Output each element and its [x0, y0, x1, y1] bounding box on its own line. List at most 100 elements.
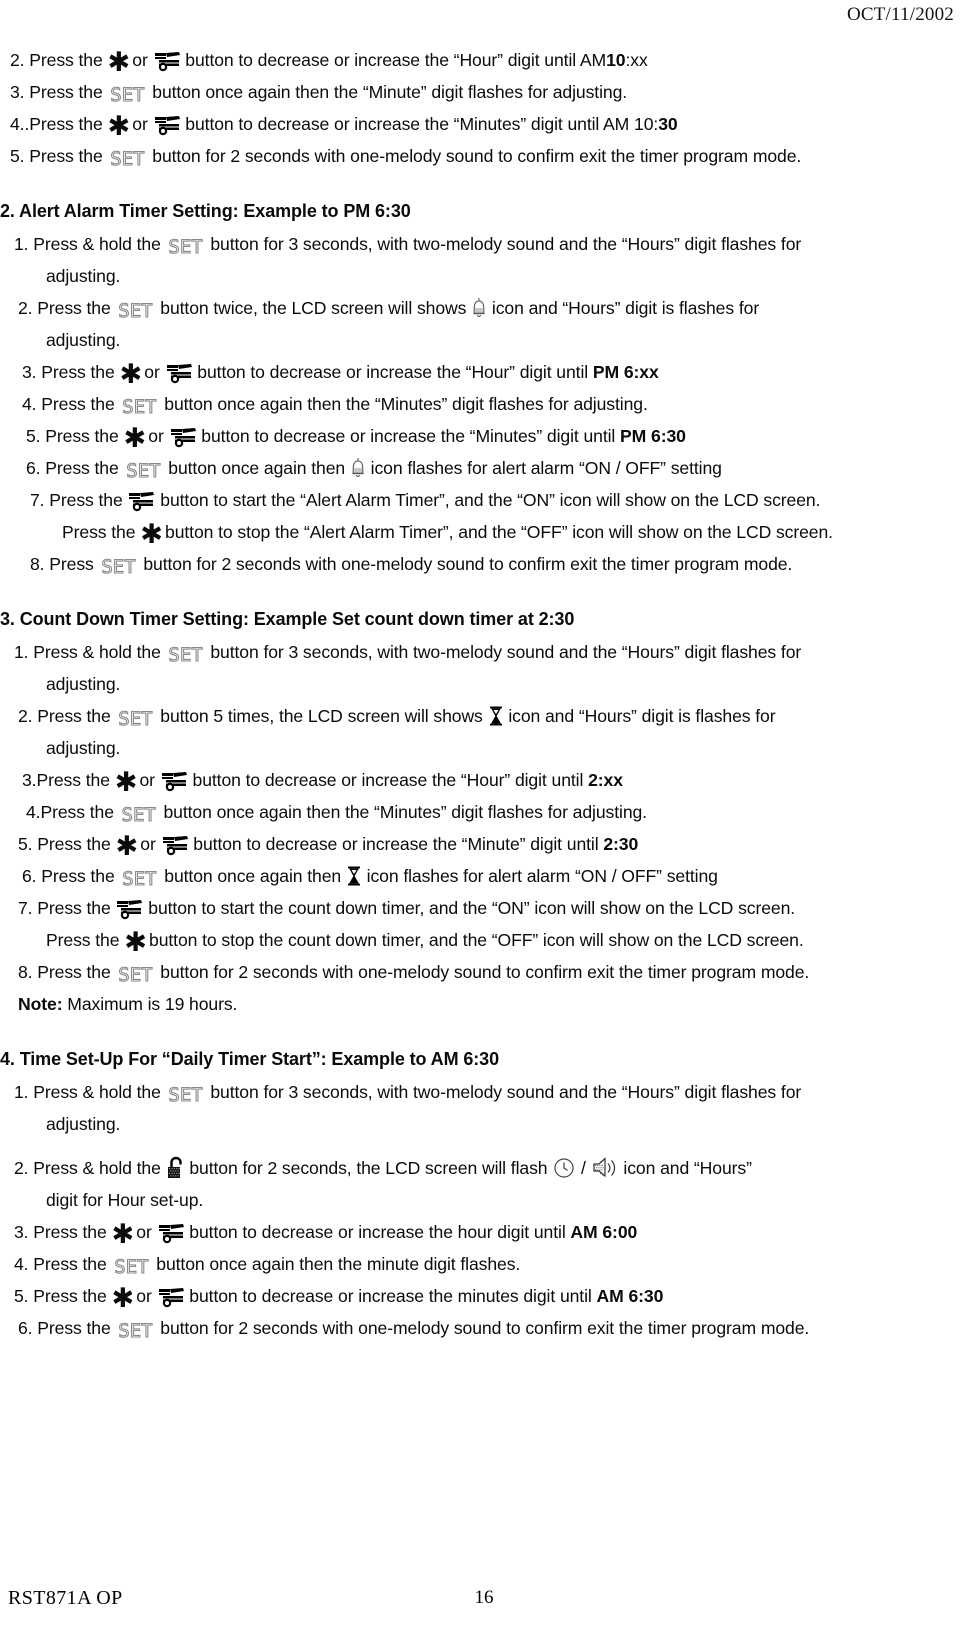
alert-alarm-bell-icon [471, 296, 487, 320]
step-line-continuation: adjusting. [46, 330, 121, 350]
step-line: 5. Press the SET button for 2 seconds wi… [0, 140, 968, 172]
step-text: 2. Press the [18, 706, 116, 726]
document-date: OCT/11/2002 [846, 4, 954, 25]
step-value: AM 6:00 [570, 1222, 638, 1242]
set-button-icon: SET [110, 148, 145, 170]
step-text: or [131, 1222, 157, 1242]
step-text: icon and “Hours” [618, 1158, 752, 1178]
step-text: button once again then the “Minutes” dig… [158, 802, 647, 822]
asterisk-decrease-button-icon: ✱ [123, 423, 146, 454]
step-text: or [139, 362, 165, 382]
step-text: Press the [62, 522, 141, 542]
set-button-icon: SET [126, 460, 161, 482]
step-text: or [127, 50, 153, 70]
step-text: :xx [625, 50, 648, 70]
step-line: 6. Press the SET button once again then … [0, 860, 968, 892]
step-text: button for 2 seconds, the LCD screen wil… [184, 1158, 553, 1178]
set-button-icon: SET [168, 1084, 203, 1106]
step-line: 4..Press the ✱ or button to decrease or … [0, 108, 968, 140]
step-text: 8. Press the [18, 962, 116, 982]
sprinkler-increase-button-icon [160, 770, 188, 792]
step-text: or [134, 770, 160, 790]
sprinkler-increase-button-icon [115, 898, 143, 920]
step-text: icon flashes for alert alarm “ON / OFF” … [361, 866, 718, 886]
step-text: 5. Press the [10, 146, 108, 166]
manual-page: OCT/11/2002 2. Press the ✱ or button to … [0, 0, 968, 1625]
step-value: AM 6:30 [596, 1286, 664, 1306]
step-text: button once again then the “Minute” digi… [147, 82, 628, 102]
step-line-continuation: adjusting. [46, 266, 121, 286]
section-3-heading: 3. Count Down Timer Setting: Example Set… [0, 609, 575, 629]
step-line: 6. Press the SET button for 2 seconds wi… [0, 1312, 968, 1344]
asterisk-decrease-button-icon: ✱ [111, 1283, 134, 1314]
step-value: 10 [606, 50, 626, 70]
step-line: 3. Press the ✱ or button to decrease or … [0, 1216, 968, 1248]
step-text: 7. Press the [18, 898, 116, 918]
step-line-continuation: Press the ✱ button to stop the “Alert Al… [0, 516, 968, 548]
page-number: 16 [474, 1587, 494, 1608]
step-text: 7. Press the [30, 490, 128, 510]
step-text: button to decrease or increase the “Minu… [196, 426, 621, 446]
step-text: 4. Press the [14, 1254, 112, 1274]
step-text: 2. Press & hold the [14, 1158, 166, 1178]
step-text: button for 2 seconds with one-melody sou… [138, 554, 793, 574]
step-text: icon and “Hours” digit is flashes for [487, 298, 760, 318]
step-text: button to decrease or increase the hour … [184, 1222, 571, 1242]
page-footer: RST871A OP 16 [0, 1587, 968, 1617]
step-text: 3. Press the [14, 1222, 112, 1242]
sprinkler-increase-button-icon [157, 1286, 185, 1308]
step-text: button to decrease or increase the “Hour… [192, 362, 593, 382]
step-text: 5. Press the [14, 1286, 112, 1306]
open-padlock-button-icon [166, 1156, 185, 1180]
step-text: 2. Press the [10, 50, 108, 70]
step-text: Press the [46, 930, 125, 950]
set-button-icon: SET [118, 1320, 153, 1342]
step-text: 8. Press [30, 554, 99, 574]
step-line: 5. Press the ✱ or button to decrease or … [0, 1280, 968, 1312]
count-down-hourglass-icon [346, 865, 362, 887]
asterisk-decrease-button-icon: ✱ [107, 111, 130, 142]
step-text: 4. Press the [22, 394, 120, 414]
step-value: 2:30 [603, 834, 639, 854]
step-text: button once again then the minute digit … [151, 1254, 521, 1274]
step-text: 1. Press & hold the [14, 1082, 166, 1102]
step-line: 2. Press the SET button twice, the LCD s… [0, 292, 968, 324]
step-text: button to decrease or increase the “Minu… [188, 834, 604, 854]
step-text: button for 3 seconds, with two-melody so… [205, 642, 802, 662]
set-button-icon: SET [118, 300, 153, 322]
step-text: or [143, 426, 169, 446]
note-label: Note: [18, 994, 63, 1014]
step-line-continuation: adjusting. [46, 1114, 121, 1134]
step-line: 8. Press the SET button for 2 seconds wi… [0, 956, 968, 988]
set-button-icon: SET [110, 84, 145, 106]
sprinkler-increase-button-icon [169, 426, 197, 448]
step-line: 1. Press & hold the SET button for 3 sec… [0, 636, 968, 668]
step-line-continuation: adjusting. [46, 738, 121, 758]
step-text: button twice, the LCD screen will shows [155, 298, 472, 318]
step-text: or [127, 114, 153, 134]
sprinkler-increase-button-icon [157, 1222, 185, 1244]
sprinkler-increase-button-icon [153, 50, 181, 72]
step-text: button to decrease or increase the “Minu… [180, 114, 659, 134]
set-button-icon: SET [168, 236, 203, 258]
alert-alarm-bell-icon [350, 456, 366, 480]
step-line: 5. Press the ✱ or button to decrease or … [0, 828, 968, 860]
set-button-icon: SET [122, 868, 157, 890]
step-text: / [576, 1158, 591, 1178]
step-text: button to decrease or increase the minut… [184, 1286, 597, 1306]
step-line: 3. Press the ✱ or button to decrease or … [0, 356, 968, 388]
step-text: 6. Press the [26, 458, 124, 478]
sprinkler-increase-button-icon [161, 834, 189, 856]
sound-speaker-icon [591, 1155, 619, 1181]
count-down-hourglass-icon [488, 705, 504, 727]
step-line: 4.Press the SET button once again then t… [0, 796, 968, 828]
step-line: 4. Press the SET button once again then … [0, 388, 968, 420]
asterisk-decrease-button-icon: ✱ [115, 831, 138, 862]
step-text: button for 2 seconds with one-melody sou… [155, 962, 810, 982]
step-line: 8. Press SET button for 2 seconds with o… [0, 548, 968, 580]
step-line: 2. Press the ✱ or button to decrease or … [0, 44, 968, 76]
step-line: 6. Press the SET button once again then … [0, 452, 968, 484]
step-value: 30 [658, 114, 678, 134]
step-text: button to stop the “Alert Alarm Timer”, … [160, 522, 833, 542]
step-text: button once again then [159, 866, 346, 886]
